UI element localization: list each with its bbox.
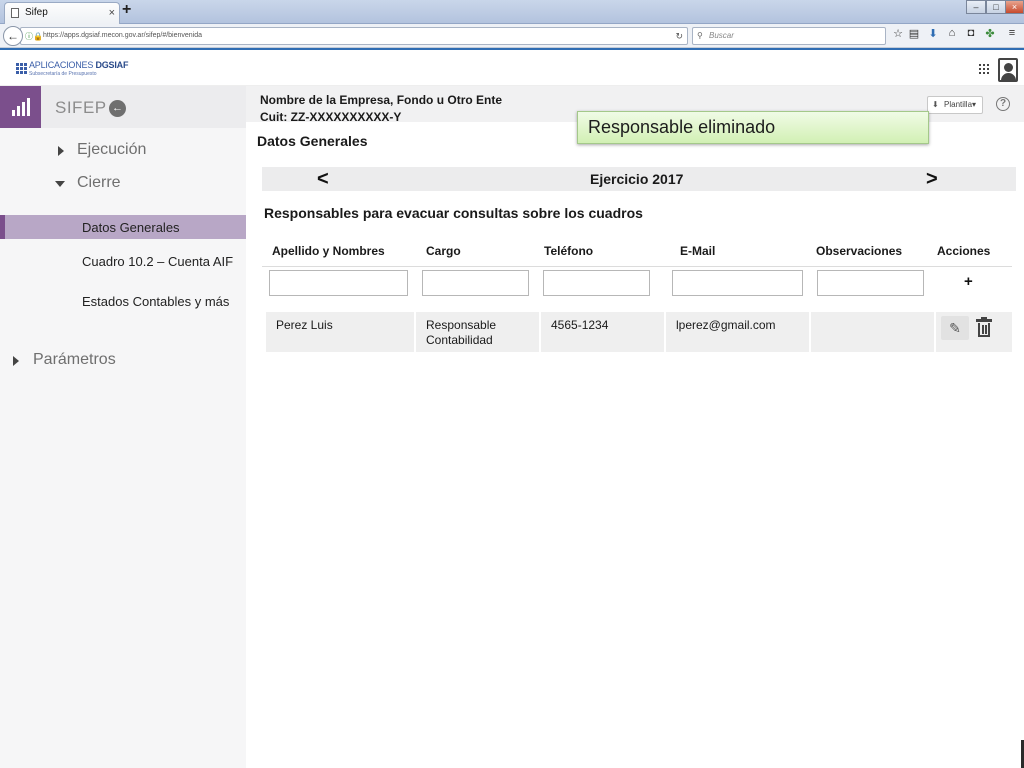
download-icon[interactable]: ⬇ bbox=[926, 27, 940, 40]
reload-icon[interactable]: ↻ bbox=[675, 28, 683, 44]
chevron-right-icon[interactable] bbox=[13, 356, 19, 366]
page-icon bbox=[11, 8, 19, 18]
telefono-input[interactable] bbox=[543, 270, 650, 296]
collapse-sidebar-icon[interactable]: ← bbox=[109, 100, 126, 117]
column-header-acciones: Acciones bbox=[937, 244, 991, 258]
next-year-button[interactable]: > bbox=[926, 167, 938, 191]
pocket-icon[interactable]: ◘ bbox=[964, 27, 978, 39]
cell-nombre: Perez Luis bbox=[266, 312, 414, 352]
help-icon[interactable]: ? bbox=[996, 97, 1010, 111]
sidebar-item-cuadro-10-2[interactable]: Cuadro 10.2 – Cuenta AIF bbox=[82, 254, 233, 269]
back-button[interactable]: ← bbox=[3, 26, 23, 46]
column-header-observaciones: Observaciones bbox=[816, 244, 903, 258]
cell-email: lperez@gmail.com bbox=[666, 312, 809, 352]
nombre-input[interactable] bbox=[269, 270, 408, 296]
chevron-right-icon[interactable] bbox=[58, 146, 64, 156]
minimize-icon[interactable]: – bbox=[966, 0, 986, 14]
column-header-email: E-Mail bbox=[680, 244, 716, 258]
apps-grid-icon[interactable] bbox=[979, 64, 989, 74]
tab-title: Sifep bbox=[25, 7, 48, 18]
column-header-cargo: Cargo bbox=[426, 244, 461, 258]
sidebar-section-cierre[interactable]: Cierre bbox=[77, 174, 121, 192]
browser-tab[interactable]: Sifep × bbox=[4, 2, 120, 24]
lock-icon: ⓘ🔒 bbox=[25, 32, 43, 41]
sidebar-section-ejecucion[interactable]: Ejecución bbox=[77, 141, 146, 159]
sidebar-item-estados-contables[interactable]: Estados Contables y más bbox=[82, 294, 229, 309]
logo-icon bbox=[16, 63, 27, 74]
entity-name: Nombre de la Empresa, Fondo u Otro Ente bbox=[260, 93, 503, 107]
browser-navbar: ⓘ🔒 https://apps.dgsiaf.mecon.gov.ar/sife… bbox=[0, 24, 1024, 48]
chevron-down-icon[interactable] bbox=[55, 181, 65, 187]
chart-icon bbox=[11, 96, 31, 116]
cell-telefono: 4565-1234 bbox=[541, 312, 664, 352]
search-icon: ⚲ bbox=[697, 31, 703, 40]
home-icon[interactable]: ⌂ bbox=[945, 27, 959, 39]
sidebar-item-datos-generales[interactable]: Datos Generales bbox=[0, 215, 246, 239]
entity-info: Nombre de la Empresa, Fondo u Otro Ente … bbox=[260, 92, 502, 126]
user-avatar-icon[interactable] bbox=[998, 58, 1018, 82]
sidebar: SIFEP ← Ejecución Cierre Datos Generales… bbox=[0, 86, 246, 768]
new-tab-button[interactable]: + bbox=[122, 1, 131, 19]
url-text: https://apps.dgsiaf.mecon.gov.ar/sifep/#… bbox=[43, 32, 203, 39]
prev-year-button[interactable]: < bbox=[317, 167, 329, 191]
trash-icon[interactable] bbox=[975, 317, 993, 338]
search-placeholder: Buscar bbox=[709, 31, 734, 40]
url-bar[interactable]: ⓘ🔒 https://apps.dgsiaf.mecon.gov.ar/sife… bbox=[20, 27, 688, 45]
observaciones-input[interactable] bbox=[817, 270, 924, 296]
app-header: APLICACIONES DGSIAF Subsecretaría de Pre… bbox=[0, 50, 1024, 86]
maximize-icon[interactable]: □ bbox=[986, 0, 1006, 14]
cell-observaciones bbox=[811, 312, 934, 352]
column-header-telefono: Teléfono bbox=[544, 244, 594, 258]
plantilla-dropdown[interactable]: ⬇ Plantilla▾ bbox=[927, 96, 983, 114]
tab-close-icon[interactable]: × bbox=[109, 3, 115, 23]
reading-list-icon[interactable]: ▤ bbox=[907, 27, 921, 40]
sidebar-title: SIFEP bbox=[55, 98, 107, 117]
extension-icon[interactable]: ✤ bbox=[983, 27, 997, 40]
sidebar-item-label: Datos Generales bbox=[82, 220, 180, 235]
download-icon: ⬇ bbox=[932, 100, 939, 109]
year-selector: < Ejercicio 2017 > bbox=[262, 167, 1016, 191]
bookmark-star-icon[interactable]: ☆ bbox=[891, 27, 905, 40]
sidebar-section-parametros[interactable]: Parámetros bbox=[33, 351, 116, 369]
cargo-input[interactable] bbox=[422, 270, 529, 296]
sidebar-app-badge bbox=[0, 86, 41, 128]
page-title: Datos Generales bbox=[257, 133, 368, 149]
close-window-icon[interactable]: × bbox=[1005, 0, 1024, 14]
browser-titlebar: Sifep × + – □ × bbox=[0, 0, 1024, 24]
add-row-button[interactable]: + bbox=[964, 273, 973, 290]
toast-notification: Responsable eliminado bbox=[577, 111, 929, 144]
sidebar-header: SIFEP ← bbox=[0, 86, 246, 128]
year-label: Ejercicio 2017 bbox=[590, 171, 684, 187]
entity-cuit: Cuit: ZZ-XXXXXXXXXX-Y bbox=[260, 110, 402, 124]
cell-cargo: Responsable Contabilidad bbox=[416, 312, 539, 352]
email-input[interactable] bbox=[672, 270, 803, 296]
logo-title: APLICACIONES DGSIAF bbox=[29, 60, 129, 70]
edit-pencil-icon[interactable]: ✎ bbox=[941, 316, 969, 340]
dropdown-caret-icon: ▾ bbox=[972, 100, 977, 109]
search-input[interactable]: ⚲ Buscar bbox=[692, 27, 886, 45]
plantilla-label: Plantilla bbox=[944, 100, 973, 109]
column-header-nombre: Apellido y Nombres bbox=[272, 244, 385, 258]
menu-icon[interactable]: ≡ bbox=[1005, 27, 1019, 39]
logo-subtitle: Subsecretaría de Presupuesto bbox=[29, 71, 97, 77]
header-divider bbox=[262, 266, 1012, 267]
section-subtitle: Responsables para evacuar consultas sobr… bbox=[264, 205, 643, 221]
